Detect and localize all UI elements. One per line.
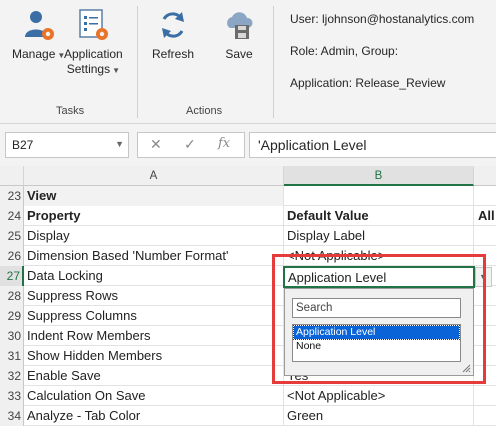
enter-check-icon[interactable]: ✓ (184, 136, 196, 153)
cell-property[interactable]: Enable Save (24, 366, 284, 386)
row-header[interactable]: 32 (0, 366, 24, 386)
row-header[interactable]: 30 (0, 326, 24, 346)
ribbon-divider (273, 6, 274, 118)
select-all-corner[interactable] (0, 166, 24, 186)
save-button[interactable]: Save (222, 8, 256, 62)
dropdown-option[interactable]: None (294, 340, 459, 353)
cell-value[interactable]: Display Label (284, 226, 474, 246)
cancel-icon[interactable]: ✕ (150, 136, 162, 153)
manage-button[interactable]: Manage ▼ (12, 8, 65, 63)
cell-extra[interactable] (474, 366, 496, 386)
cell-extra[interactable] (474, 326, 496, 346)
table-row: 26 Dimension Based 'Number Format' <Not Ap… (0, 246, 496, 266)
refresh-button[interactable]: Refresh (152, 8, 194, 62)
row-header[interactable]: 26 (0, 246, 24, 266)
application-info: Application: Release_Review (290, 76, 446, 90)
user-gear-icon (24, 11, 54, 40)
cell-property[interactable]: View (24, 186, 284, 206)
refresh-icon (162, 12, 185, 38)
cell-extra[interactable] (474, 306, 496, 326)
dropdown-option[interactable]: Application Level (293, 325, 460, 340)
value-dropdown: Search Application Level None (284, 288, 474, 376)
formula-buttons: ✕ ✓ fx (137, 132, 245, 158)
row-header[interactable]: 29 (0, 306, 24, 326)
application-settings-button[interactable]: Application Settings ▼ (64, 8, 123, 78)
cell-extra[interactable] (474, 226, 496, 246)
column-header-b[interactable]: B (284, 166, 474, 186)
user-info: User: ljohnson@hostanalytics.com (290, 12, 475, 26)
cell-extra[interactable] (474, 346, 496, 366)
cell-value[interactable]: <Not Applicable> (284, 386, 474, 406)
cell-extra[interactable] (474, 406, 496, 426)
cell-property[interactable]: Show Hidden Members (24, 346, 284, 366)
row-header[interactable]: 23 (0, 186, 24, 206)
formula-input[interactable]: 'Application Level (249, 132, 496, 158)
insert-function-icon[interactable]: fx (218, 136, 230, 151)
active-cell-b27[interactable]: Application Level (283, 266, 475, 288)
chevron-down-icon: ▼ (479, 272, 488, 282)
row-header[interactable]: 24 (0, 206, 24, 226)
cell-dropdown-button[interactable]: ▼ (475, 267, 492, 287)
cell-property[interactable]: Analyze - Tab Color (24, 406, 284, 426)
cell-property[interactable]: Data Locking (24, 266, 284, 286)
column-header-c[interactable] (474, 166, 496, 186)
row-header[interactable]: 31 (0, 346, 24, 366)
cell-value[interactable]: Default Value (284, 206, 474, 226)
cell-extra[interactable]: All (474, 206, 496, 226)
table-row: 24 Property Default Value All (0, 206, 496, 226)
settings-list-icon (79, 9, 109, 40)
row-header[interactable]: 28 (0, 286, 24, 306)
cloud-save-icon (227, 12, 253, 39)
cell-property[interactable]: Property (24, 206, 284, 226)
cell-property[interactable]: Suppress Rows (24, 286, 284, 306)
table-row: 25 Display Display Label (0, 226, 496, 246)
dropdown-search-input[interactable]: Search (292, 298, 461, 318)
name-box[interactable]: B27 ▼ (5, 132, 129, 158)
row-header[interactable]: 25 (0, 226, 24, 246)
table-row: 34 Analyze - Tab Color Green (0, 406, 496, 426)
cell-extra[interactable] (474, 246, 496, 266)
ribbon-divider (137, 6, 138, 118)
cell-property[interactable]: Suppress Columns (24, 306, 284, 326)
cell-property[interactable]: Display (24, 226, 284, 246)
cell-value[interactable]: Green (284, 406, 474, 426)
role-info: Role: Admin, Group: (290, 44, 399, 58)
row-header[interactable]: 33 (0, 386, 24, 406)
cell-property[interactable]: Indent Row Members (24, 326, 284, 346)
actions-group-label: Actions (186, 105, 223, 117)
ribbon: Manage ▼ Application Settings ▼ Tasks Refr… (0, 0, 496, 124)
dropdown-options-list: Application Level None (292, 324, 461, 362)
cell-extra[interactable] (474, 386, 496, 406)
table-row: 33 Calculation On Save <Not Applicable> (0, 386, 496, 406)
row-header[interactable]: 27 (0, 266, 24, 286)
cell-value[interactable]: <Not Applicable> (284, 246, 474, 266)
cell-property[interactable]: Dimension Based 'Number Format' (24, 246, 284, 266)
formula-bar: B27 ▼ ⋮ ✕ ✓ fx 'Application Level (0, 124, 496, 166)
table-row: 23 View (0, 186, 496, 206)
tasks-group-label: Tasks (56, 105, 85, 117)
cell-property[interactable]: Calculation On Save (24, 386, 284, 406)
chevron-down-icon: ▼ (115, 139, 124, 149)
column-header-a[interactable]: A (24, 166, 284, 186)
resize-grip-icon[interactable] (461, 363, 471, 373)
cell-extra[interactable] (474, 186, 496, 206)
cell-extra[interactable] (474, 286, 496, 306)
row-header[interactable]: 34 (0, 406, 24, 426)
cell-value[interactable] (284, 186, 474, 206)
